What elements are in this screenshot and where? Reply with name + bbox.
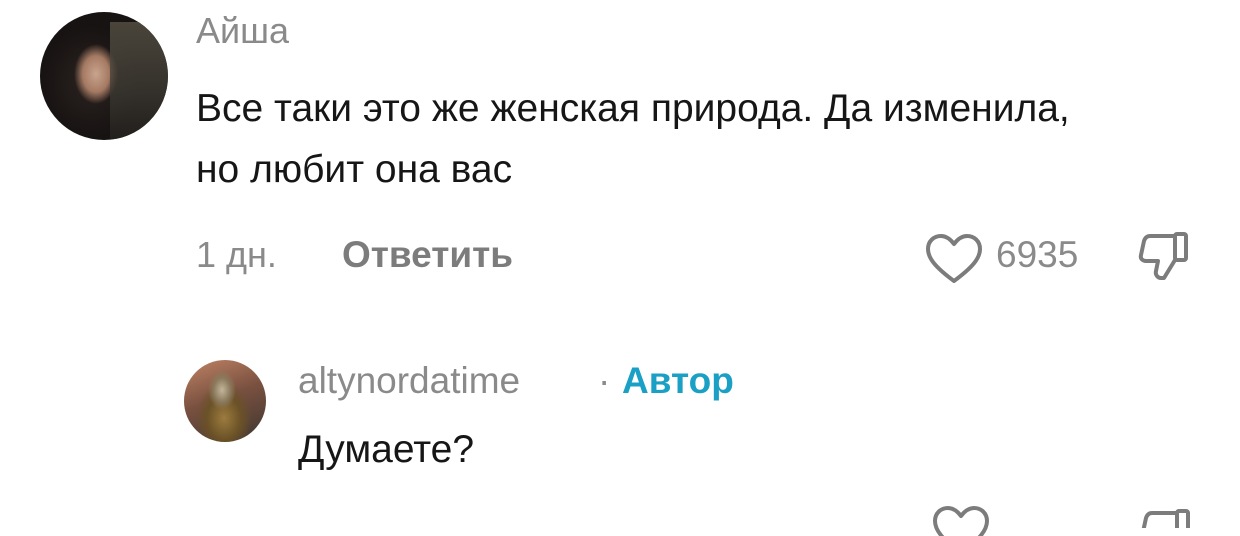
comment-timestamp: 1 дн. [196, 234, 277, 275]
reply-author-avatar[interactable] [184, 360, 266, 442]
thumbs-down-icon[interactable] [1138, 231, 1190, 281]
heart-outline-icon[interactable] [932, 506, 990, 536]
comment-text: Все таки это же женская природа. Да изме… [196, 87, 1070, 191]
like-count: 6935 [996, 234, 1079, 275]
reply-button[interactable]: Ответить [342, 234, 513, 276]
commenter-avatar[interactable] [40, 12, 168, 140]
thumbs-down-icon[interactable] [1140, 508, 1192, 528]
separator-dot: · [598, 360, 611, 401]
reply-text: Думаете? [298, 428, 475, 471]
comment-author-name[interactable]: Айша [196, 10, 289, 52]
author-badge: Автор [622, 360, 734, 401]
reply-author-name[interactable]: altynordatime [298, 360, 520, 402]
heart-outline-icon[interactable] [925, 234, 983, 284]
